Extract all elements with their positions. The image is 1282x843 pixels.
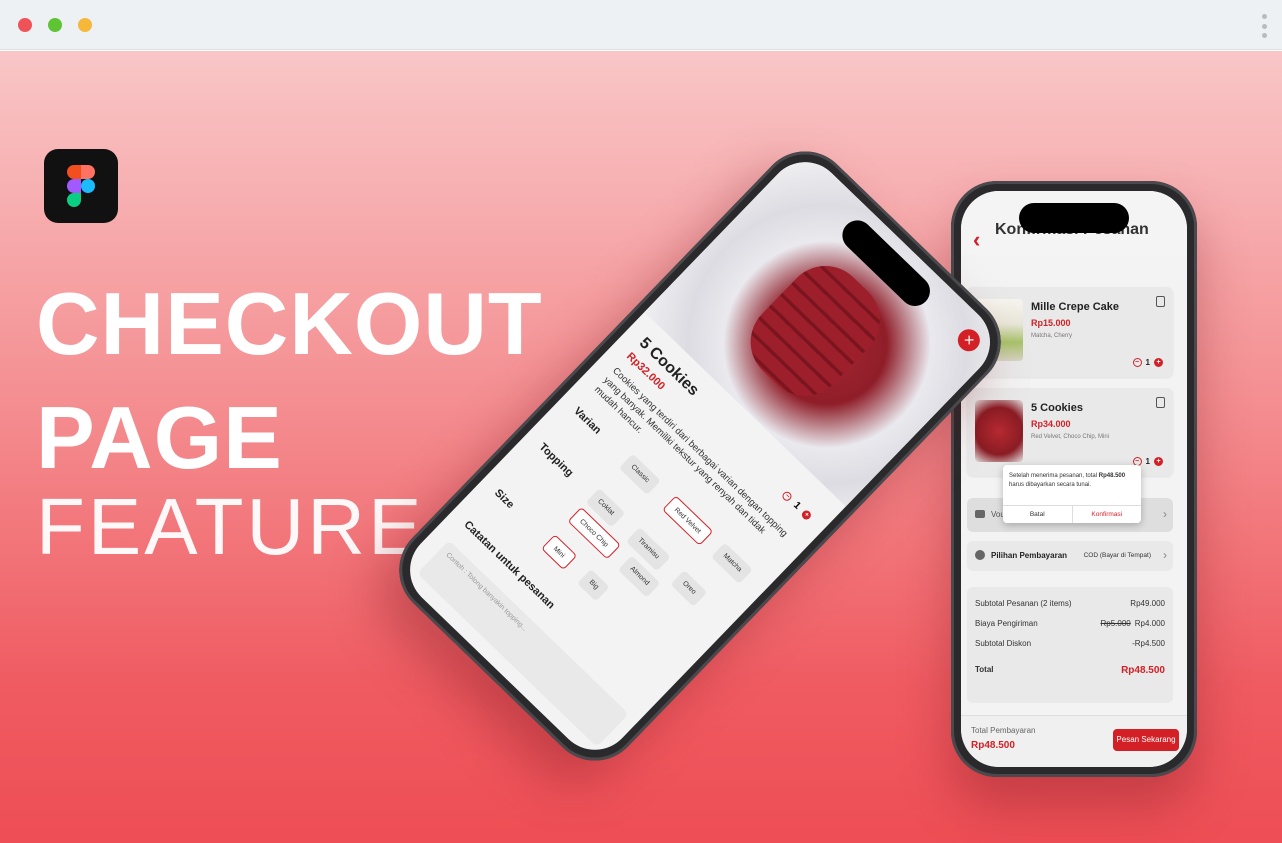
phone-order-confirmation: ‹ Konfirmasi Pesanan Mille Crepe Cake Rp…	[951, 181, 1197, 777]
size-chip[interactable]: Big	[577, 568, 610, 602]
trash-icon[interactable]	[1156, 397, 1165, 408]
payment-method-row[interactable]: Pilihan Pembayaran COD (Bayar di Tempat)…	[967, 541, 1173, 571]
headline-line-3: FEATURE	[36, 482, 425, 571]
varian-chip[interactable]: Matcha	[710, 542, 753, 585]
varian-heading: Varian	[571, 405, 604, 437]
trash-icon[interactable]	[1156, 296, 1165, 307]
summary-label: Subtotal Pesanan (2 items)	[975, 599, 1072, 608]
order-summary: Subtotal Pesanan (2 items) Rp49.000 Biay…	[967, 587, 1173, 703]
product-name: Mille Crepe Cake	[1031, 301, 1120, 313]
product-price: Rp34.000	[1031, 419, 1071, 429]
figma-logo-icon	[44, 149, 118, 223]
decrease-quantity-button[interactable]: −	[780, 490, 794, 503]
dialog-amount: Rp48.500	[1098, 473, 1126, 479]
confirmation-dialog: Setelah menerima pesanan, total Rp48.500…	[1003, 465, 1141, 523]
product-image	[975, 400, 1023, 462]
hero-banner: CHECKOUT PAGE FEATURE ‹ Konfirmasi Pesan…	[0, 51, 1282, 843]
dynamic-island	[1019, 203, 1129, 233]
quantity-value: 1	[1145, 358, 1150, 367]
maximize-window-button[interactable]	[48, 18, 62, 32]
cart-item-card: 5 Cookies Rp34.000 Red Velvet, Choco Chi…	[967, 388, 1173, 476]
cancel-button[interactable]: Batal	[1003, 506, 1073, 523]
product-name: 5 Cookies	[1031, 402, 1083, 414]
dialog-message: Setelah menerima pesanan, total Rp48.500…	[1009, 472, 1135, 490]
back-arrow-icon[interactable]: ‹	[973, 227, 980, 253]
product-variant: Matcha, Cherry	[1031, 333, 1073, 339]
quantity-value: 1	[791, 499, 803, 512]
more-options-icon[interactable]	[1262, 14, 1268, 38]
payment-label: Pilihan Pembayaran	[991, 551, 1068, 560]
decrease-quantity-button[interactable]: −	[1132, 358, 1142, 367]
summary-subtotal-row: Subtotal Pesanan (2 items) Rp49.000	[975, 599, 1165, 608]
dialog-text-prefix: Setelah menerima pesanan, total	[1009, 473, 1098, 479]
product-price: Rp15.000	[1031, 318, 1071, 328]
headline-line-1: CHECKOUT	[36, 274, 543, 373]
quantity-stepper: − 1 +	[780, 489, 813, 522]
checkout-footer: Total Pembayaran Rp48.500 Pesan Sekarang	[961, 715, 1187, 767]
increase-quantity-button[interactable]: +	[800, 508, 813, 522]
chevron-right-icon: ›	[1163, 548, 1167, 562]
summary-value: Rp4.000	[1134, 619, 1165, 628]
wallet-icon	[975, 550, 985, 560]
size-heading: Size	[492, 487, 517, 511]
close-window-button[interactable]	[18, 18, 32, 32]
browser-toolbar	[0, 0, 1282, 50]
summary-discount-row: Subtotal Diskon -Rp4.500	[975, 639, 1165, 648]
cookie-stack-image	[734, 249, 897, 413]
quantity-value: 1	[1145, 457, 1150, 466]
summary-total-row: Total Rp48.500	[975, 665, 1165, 676]
minimize-window-button[interactable]	[78, 18, 92, 32]
dialog-text-suffix: harus dibayarkan secara tunai.	[1009, 482, 1092, 488]
quantity-stepper: − 1 +	[1132, 358, 1163, 367]
phone-screen: ‹ Konfirmasi Pesanan Mille Crepe Cake Rp…	[961, 191, 1187, 767]
payment-value: COD (Bayar di Tempat)	[1083, 552, 1151, 559]
summary-value: Rp48.500	[1121, 665, 1165, 676]
summary-label: Subtotal Diskon	[975, 639, 1032, 648]
topping-chip[interactable]: Oreo	[670, 570, 708, 607]
varian-chip[interactable]: Classic	[618, 453, 661, 495]
increase-quantity-button[interactable]: +	[1154, 457, 1163, 466]
increase-quantity-button[interactable]: +	[1154, 358, 1163, 367]
summary-label: Total	[975, 665, 994, 674]
total-payment-amount: Rp48.500	[971, 740, 1015, 751]
chevron-right-icon: ›	[1163, 507, 1167, 521]
phone-product-detail: ✕ 5 Cookies Rp32.000 − 1 + Cookies yang …	[380, 132, 1020, 780]
original-shipping-price: Rp5.000	[1100, 619, 1131, 628]
summary-label: Biaya Pengiriman	[975, 619, 1038, 628]
size-chip[interactable]: Mini	[541, 534, 578, 571]
summary-shipping-row: Biaya Pengiriman Rp5.000 Rp4.000	[975, 619, 1165, 628]
order-now-button[interactable]: Pesan Sekarang	[1113, 729, 1179, 751]
topping-heading: Topping	[536, 441, 576, 480]
phone-screen: ✕ 5 Cookies Rp32.000 − 1 + Cookies yang …	[394, 146, 1006, 766]
summary-value: Rp49.000	[1130, 599, 1165, 608]
summary-value: -Rp4.500	[1132, 639, 1165, 648]
total-payment-label: Total Pembayaran	[971, 726, 1036, 735]
headline-line-2: PAGE	[36, 388, 283, 487]
confirm-button[interactable]: Konfirmasi	[1073, 506, 1142, 523]
voucher-icon	[975, 510, 985, 518]
product-variant: Red Velvet, Choco Chip, Mini	[1031, 434, 1110, 440]
